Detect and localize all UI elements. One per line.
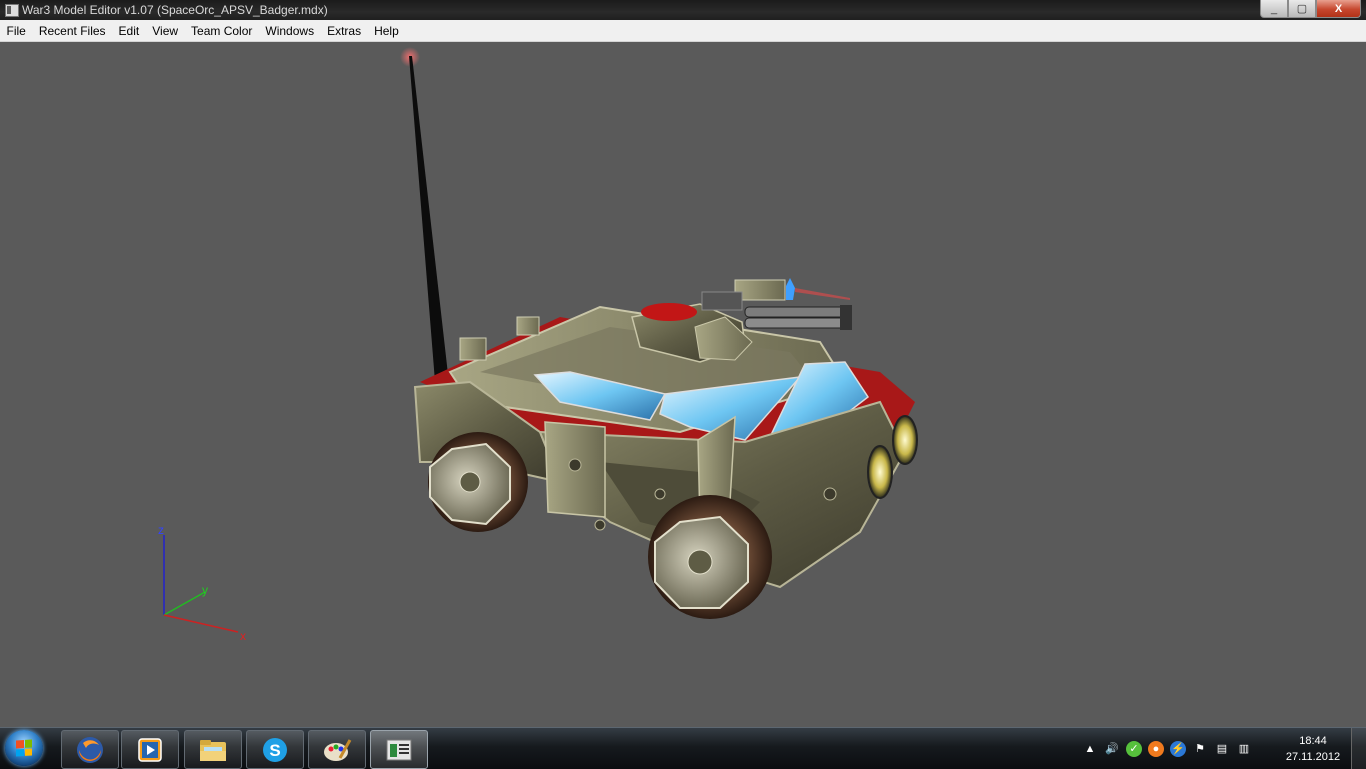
menu-team-color[interactable]: Team Color [185, 24, 259, 38]
svg-text:S: S [269, 741, 280, 760]
menu-bar: File Recent Files Edit View Team Color W… [0, 20, 1366, 42]
taskbar-paint[interactable] [308, 730, 366, 769]
volume-icon[interactable]: 🔊 [1104, 741, 1120, 757]
taskbar-explorer[interactable] [184, 730, 242, 769]
axis-gizmo: z y x [158, 523, 246, 643]
explorer-folder-icon [200, 739, 226, 761]
window-title: War3 Model Editor v1.07 (SpaceOrc_APSV_B… [22, 3, 328, 17]
blue-lightning-icon[interactable]: ⚡ [1170, 740, 1186, 757]
menu-recent-files[interactable]: Recent Files [32, 24, 112, 38]
device-icon[interactable]: ▤ [1214, 741, 1230, 757]
action-center-icon[interactable]: ⚑ [1192, 741, 1208, 757]
menu-help[interactable]: Help [368, 24, 406, 38]
menu-edit[interactable]: Edit [112, 24, 146, 38]
antenna [400, 47, 450, 394]
firefox-icon [77, 736, 103, 763]
show-desktop-button[interactable] [1351, 728, 1366, 769]
vehicle-model [413, 278, 918, 619]
system-tray: ▲ 🔊 ✓ ● ⚡ ⚑ ▤ ▥ [1082, 728, 1252, 769]
orange-app-icon[interactable]: ● [1148, 740, 1164, 757]
taskbar-model-editor[interactable] [370, 730, 428, 769]
menu-view[interactable]: View [146, 24, 185, 38]
minimize-button[interactable]: _ [1260, 0, 1288, 18]
model-editor-icon [386, 739, 412, 760]
clock[interactable]: 18:44 27.11.2012 [1280, 733, 1346, 765]
axis-y-label: y [202, 583, 208, 597]
taskbar: S ▲ 🔊 ✓ ● ⚡ ⚑ ▤ ▥ 18:44 27.11.2012 [0, 727, 1366, 769]
maximize-button[interactable]: ▢ [1288, 0, 1316, 18]
window-controls: _ ▢ X [1260, 0, 1361, 18]
axis-z-label: z [158, 523, 164, 537]
windows-flag-icon [16, 739, 32, 757]
close-button[interactable]: X [1316, 0, 1361, 18]
model-viewport[interactable]: z y x [0, 42, 1366, 727]
show-hidden-icons[interactable]: ▲ [1082, 741, 1098, 757]
model-render: z y x [158, 47, 918, 643]
network-icon[interactable]: ▥ [1236, 741, 1252, 757]
paint-icon [324, 738, 352, 761]
skype-icon: S [263, 737, 287, 762]
taskbar-firefox[interactable] [61, 730, 119, 769]
green-app-icon[interactable]: ✓ [1126, 740, 1142, 757]
menu-file[interactable]: File [0, 24, 32, 38]
axis-x-label: x [240, 629, 246, 643]
taskbar-skype[interactable]: S [246, 730, 304, 769]
media-player-icon [138, 737, 162, 762]
menu-windows[interactable]: Windows [259, 24, 321, 38]
menu-extras[interactable]: Extras [321, 24, 368, 38]
clock-time: 18:44 [1299, 735, 1327, 747]
taskbar-media-player[interactable] [121, 730, 179, 769]
start-button[interactable] [5, 730, 43, 766]
clock-date: 27.11.2012 [1285, 751, 1341, 763]
app-icon[interactable] [5, 4, 19, 17]
title-bar[interactable]: War3 Model Editor v1.07 (SpaceOrc_APSV_B… [0, 0, 1366, 20]
